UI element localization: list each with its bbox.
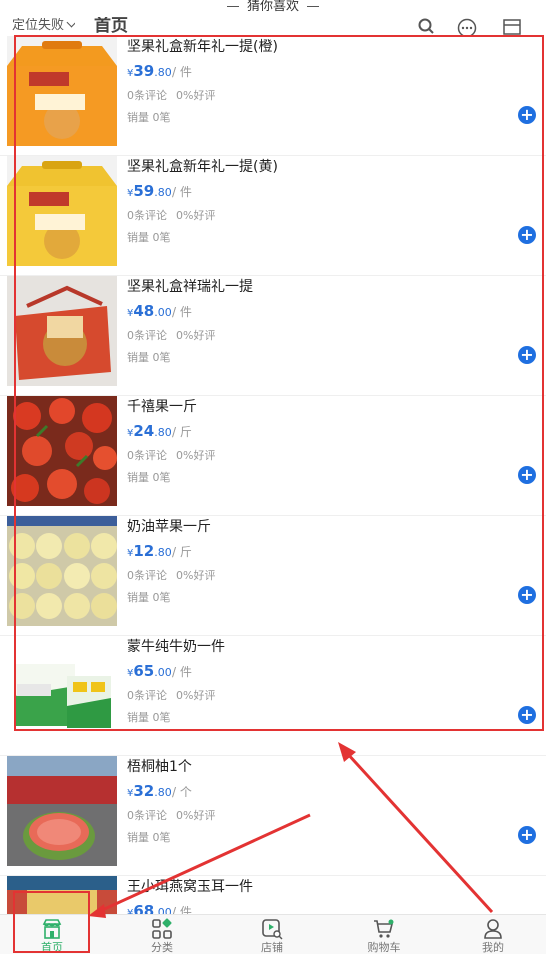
positive-rate: 0%好评 — [176, 809, 216, 822]
product-image — [7, 36, 117, 146]
product-unit: / 斤 — [172, 425, 192, 439]
product-price: ¥59.80 — [127, 182, 172, 200]
tab-category[interactable]: 分类 — [122, 915, 202, 954]
tab-shop[interactable]: 店铺 — [232, 915, 312, 954]
home-store-icon — [42, 919, 62, 939]
product-image — [7, 276, 117, 386]
product-item[interactable]: 蒙牛纯牛奶一件 ¥65.00 / 件 0条评论 0%好评 销量 0笔 + — [0, 636, 546, 756]
tab-label: 我的 — [482, 941, 504, 954]
product-image — [7, 396, 117, 506]
product-price: ¥24.80 — [127, 422, 172, 440]
tab-label: 分类 — [151, 941, 173, 954]
product-name: 梧桐柚1个 — [127, 759, 192, 775]
product-price: ¥65.00 — [127, 662, 172, 680]
product-price: ¥32.80 — [127, 782, 172, 800]
product-unit: / 件 — [172, 185, 192, 199]
bottom-tab-bar: 首页 分类 店铺 购物车 我的 — [0, 914, 546, 954]
product-unit: / 件 — [172, 665, 192, 679]
category-grid-icon — [152, 918, 172, 939]
product-name: 坚果礼盒新年礼一提(橙) — [127, 39, 278, 55]
top-header: 猜你喜欢 定位失败 首页 — [0, 0, 546, 36]
more-icon[interactable] — [457, 18, 477, 36]
add-to-cart-button[interactable]: + — [518, 226, 536, 244]
product-name: 王小珥燕窝玉耳一件 — [127, 879, 253, 895]
positive-rate: 0%好评 — [176, 89, 216, 102]
tab-label: 购物车 — [367, 941, 401, 954]
add-to-cart-button[interactable]: + — [518, 346, 536, 364]
product-item[interactable]: 奶油苹果一斤 ¥12.80 / 斤 0条评论 0%好评 销量 0笔 + — [0, 516, 546, 636]
review-count: 0条评论 — [127, 209, 167, 222]
positive-rate: 0%好评 — [176, 449, 216, 462]
positive-rate: 0%好评 — [176, 689, 216, 702]
chevron-down-icon — [66, 18, 76, 28]
product-image — [7, 156, 117, 266]
tab-label: 首页 — [41, 941, 63, 954]
review-count: 0条评论 — [127, 569, 167, 582]
sales-count: 销量 0笔 — [127, 591, 171, 604]
sales-count: 销量 0笔 — [127, 231, 171, 244]
product-item[interactable]: 坚果礼盒祥瑞礼一提 ¥48.00 / 件 0条评论 0%好评 销量 0笔 + — [0, 276, 546, 396]
positive-rate: 0%好评 — [176, 329, 216, 342]
product-name: 坚果礼盒祥瑞礼一提 — [127, 279, 253, 295]
product-name: 坚果礼盒新年礼一提(黄) — [127, 159, 278, 175]
section-title: 猜你喜欢 — [0, 0, 546, 14]
review-count: 0条评论 — [127, 809, 167, 822]
product-item[interactable]: 千禧果一斤 ¥24.80 / 斤 0条评论 0%好评 销量 0笔 + — [0, 396, 546, 516]
user-icon — [484, 919, 502, 939]
product-item[interactable]: 梧桐柚1个 ¥32.80 / 个 0条评论 0%好评 销量 0笔 + — [0, 756, 546, 876]
tab-home[interactable]: 首页 — [12, 915, 92, 954]
divider-line — [226, 6, 239, 7]
location-selector[interactable]: 定位失败 — [12, 18, 76, 34]
product-image — [7, 636, 117, 746]
add-to-cart-button[interactable]: + — [518, 466, 536, 484]
product-price: ¥39.80 — [127, 62, 172, 80]
review-count: 0条评论 — [127, 89, 167, 102]
tab-label: 店铺 — [261, 941, 283, 954]
product-name: 蒙牛纯牛奶一件 — [127, 639, 225, 655]
product-unit: / 件 — [172, 305, 192, 319]
product-item[interactable]: 坚果礼盒新年礼一提(橙) ¥39.80 / 件 0条评论 0%好评 销量 0笔 … — [0, 36, 546, 156]
product-price: ¥12.80 — [127, 542, 172, 560]
search-icon[interactable] — [418, 18, 434, 36]
product-item[interactable]: 坚果礼盒新年礼一提(黄) ¥59.80 / 件 0条评论 0%好评 销量 0笔 … — [0, 156, 546, 276]
review-count: 0条评论 — [127, 689, 167, 702]
product-name: 千禧果一斤 — [127, 399, 197, 415]
product-unit: / 斤 — [172, 545, 192, 559]
add-to-cart-button[interactable]: + — [518, 106, 536, 124]
tab-mine[interactable]: 我的 — [453, 915, 533, 954]
sales-count: 销量 0笔 — [127, 471, 171, 484]
cart-icon — [374, 919, 394, 938]
add-to-cart-button[interactable]: + — [518, 706, 536, 724]
product-unit: / 件 — [172, 65, 192, 79]
sales-count: 销量 0笔 — [127, 111, 171, 124]
tab-cart[interactable]: 购物车 — [344, 915, 424, 954]
product-unit: / 个 — [172, 785, 192, 799]
page-title: 首页 — [94, 17, 128, 35]
add-to-cart-button[interactable]: + — [518, 826, 536, 844]
sales-count: 销量 0笔 — [127, 831, 171, 844]
sales-count: 销量 0笔 — [127, 351, 171, 364]
product-image — [7, 756, 117, 866]
product-name: 奶油苹果一斤 — [127, 519, 211, 535]
scan-icon[interactable] — [502, 18, 522, 36]
location-label: 定位失败 — [12, 18, 65, 33]
positive-rate: 0%好评 — [176, 209, 216, 222]
positive-rate: 0%好评 — [176, 569, 216, 582]
shop-icon — [262, 919, 283, 940]
sales-count: 销量 0笔 — [127, 711, 171, 724]
product-image — [7, 516, 117, 626]
product-price: ¥48.00 — [127, 302, 172, 320]
review-count: 0条评论 — [127, 449, 167, 462]
review-count: 0条评论 — [127, 329, 167, 342]
product-list: 坚果礼盒新年礼一提(橙) ¥39.80 / 件 0条评论 0%好评 销量 0笔 … — [0, 36, 546, 954]
divider-line — [307, 6, 319, 7]
add-to-cart-button[interactable]: + — [518, 586, 536, 604]
